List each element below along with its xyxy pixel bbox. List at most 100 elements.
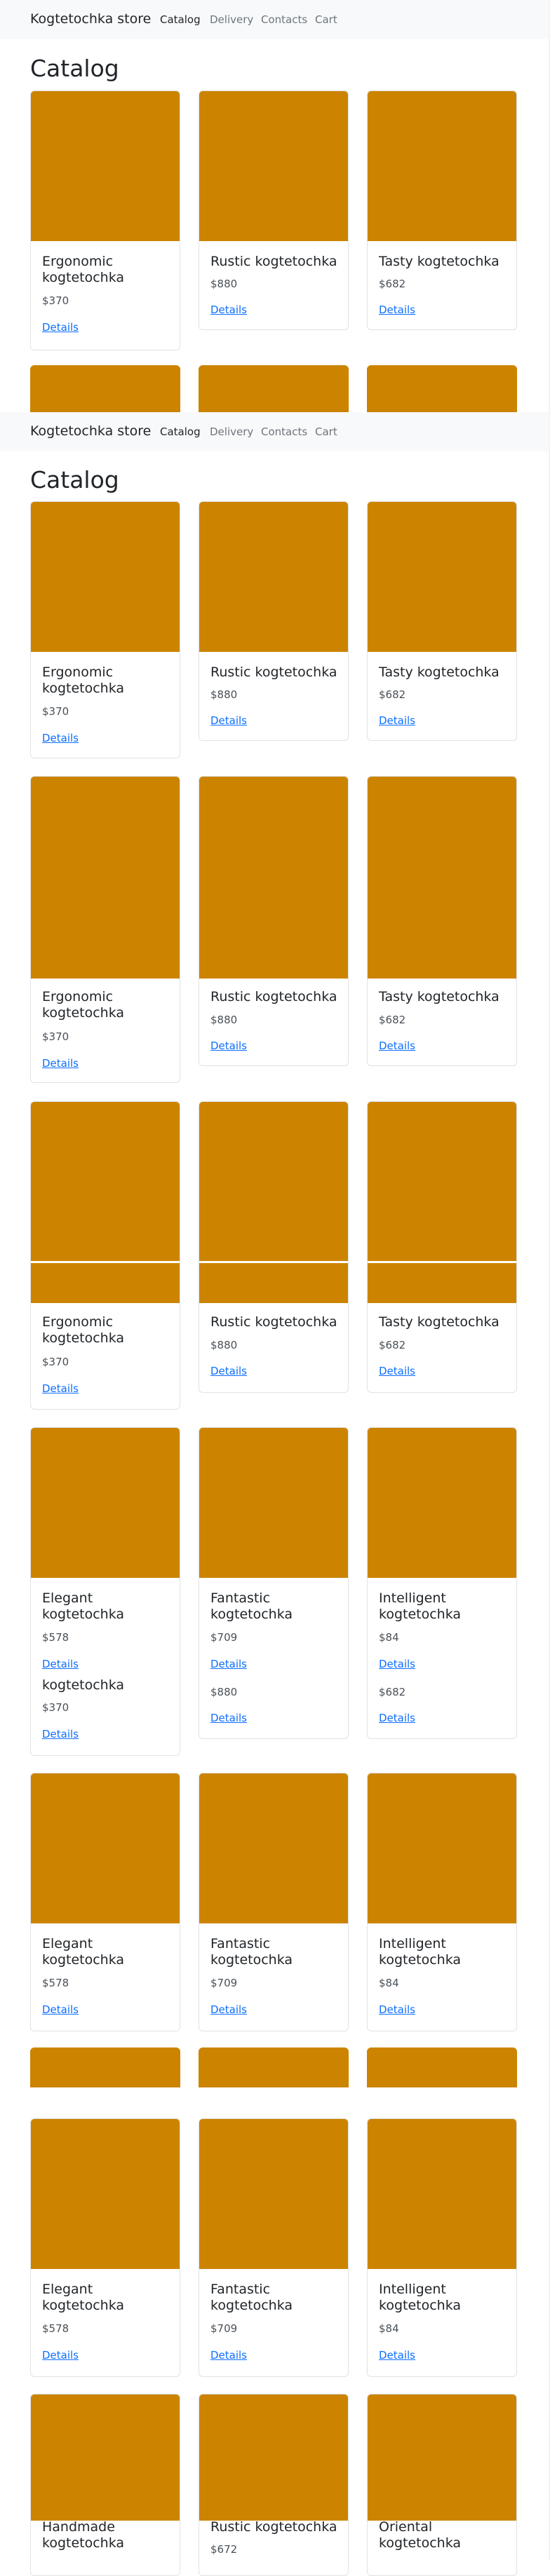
details-link[interactable]: Details [379, 1658, 415, 1670]
brand-link[interactable]: Kogtetochka store [30, 11, 151, 27]
nav-cart[interactable]: Cart [315, 425, 337, 438]
product-card: Rustic kogtetochka $672 [199, 2394, 349, 2576]
product-image[interactable] [368, 2394, 516, 2521]
product-image[interactable] [31, 1102, 180, 1303]
nav-contacts[interactable]: Contacts [261, 13, 307, 26]
product-price: $578 [42, 1631, 69, 1644]
details-link[interactable]: Details [379, 2003, 415, 2016]
product-image[interactable] [199, 1428, 348, 1578]
product-price: $84 [379, 1977, 399, 1989]
product-card: Tasty kogtetochka $682 Details [367, 90, 517, 330]
product-image[interactable] [31, 91, 180, 241]
nav-delivery[interactable]: Delivery [210, 425, 253, 438]
product-price: $370 [42, 1356, 69, 1368]
product-title: Fantastic kogtetochka [210, 2282, 293, 2313]
product-image[interactable] [31, 502, 180, 652]
product-price: $880 [210, 1339, 238, 1351]
details-link[interactable]: Details [42, 321, 79, 334]
product-price: $709 [210, 2322, 238, 2335]
product-title: Intelligent kogtetochka [379, 1936, 462, 1968]
nav-cart[interactable]: Cart [315, 13, 337, 26]
product-image[interactable] [30, 365, 180, 418]
details-link[interactable]: Details [210, 1712, 247, 1724]
product-image[interactable] [368, 91, 516, 241]
product-card: Rustic kogtetochka $880 Details [199, 501, 349, 741]
product-image[interactable] [31, 1428, 180, 1578]
details-link[interactable]: Details [210, 714, 247, 727]
image-seam [31, 1261, 180, 1263]
product-image[interactable] [199, 2119, 348, 2269]
product-image[interactable] [199, 777, 348, 979]
details-link[interactable]: Details [210, 1658, 247, 1670]
product-image[interactable] [368, 502, 516, 652]
product-price: $682 [379, 1686, 406, 1698]
product-price: $370 [42, 1030, 69, 1043]
page-title: Catalog [30, 55, 119, 82]
product-title: kogtetochka [42, 1677, 125, 1693]
details-link[interactable]: Details [210, 2003, 247, 2016]
product-title: Fantastic kogtetochka [210, 1590, 293, 1622]
product-title: Tasty kogtetochka [379, 254, 499, 269]
product-price: $709 [210, 1977, 238, 1989]
product-image[interactable] [368, 2119, 516, 2269]
product-image[interactable] [199, 1102, 348, 1303]
details-link[interactable]: Details [379, 1365, 415, 1377]
details-link[interactable]: Details [379, 304, 415, 316]
product-title: Rustic kogtetochka [210, 989, 337, 1004]
details-link[interactable]: Details [379, 1040, 415, 1052]
details-link[interactable]: Details [42, 1728, 79, 1740]
nav-delivery[interactable]: Delivery [210, 13, 253, 26]
details-link[interactable]: Details [42, 2003, 79, 2016]
details-link[interactable]: Details [42, 1057, 79, 1070]
brand-link[interactable]: Kogtetochka store [30, 423, 151, 439]
product-price: $682 [379, 688, 406, 701]
product-image[interactable] [31, 777, 180, 979]
details-link[interactable]: Details [42, 2349, 79, 2362]
product-image[interactable] [30, 2047, 180, 2087]
product-title: Oriental kogtetochka [379, 2519, 462, 2551]
product-title: Rustic kogtetochka [210, 665, 337, 680]
product-title: Rustic kogtetochka [210, 1314, 337, 1330]
details-link[interactable]: Details [210, 304, 247, 316]
details-link[interactable]: Details [379, 714, 415, 727]
product-image[interactable] [368, 1102, 516, 1303]
product-image[interactable] [31, 2119, 180, 2269]
details-link[interactable]: Details [210, 1365, 247, 1377]
product-title: Ergonomic kogtetochka [42, 665, 125, 696]
product-title: Tasty kogtetochka [379, 989, 499, 1004]
product-title: Tasty kogtetochka [379, 1314, 499, 1330]
product-image[interactable] [199, 502, 348, 652]
product-image[interactable] [368, 1428, 516, 1578]
product-price: $370 [42, 705, 69, 718]
details-link[interactable]: Details [379, 1712, 415, 1724]
product-image[interactable] [31, 1773, 180, 1923]
navbar: Kogtetochka store Catalog Delivery Conta… [0, 412, 550, 451]
product-title: Ergonomic kogtetochka [42, 1314, 125, 1346]
details-link[interactable]: Details [42, 1658, 79, 1670]
product-price: $578 [42, 1977, 69, 1989]
nav-catalog[interactable]: Catalog [160, 425, 201, 438]
nav-contacts[interactable]: Contacts [261, 425, 307, 438]
product-image[interactable] [367, 365, 517, 418]
product-image[interactable] [199, 2047, 349, 2087]
product-image[interactable] [368, 1773, 516, 1923]
product-card: Fantastic kogtetochka $709 Details [199, 1773, 349, 2031]
product-image[interactable] [367, 2047, 517, 2087]
product-card: Handmade kogtetochka [30, 2394, 180, 2576]
details-link[interactable]: Details [42, 1382, 79, 1395]
product-card: Elegant kogtetochka $578 Details [30, 2118, 180, 2377]
product-image[interactable] [199, 91, 348, 241]
product-image[interactable] [368, 777, 516, 979]
product-image[interactable] [31, 2394, 180, 2521]
details-link[interactable]: Details [42, 732, 79, 744]
details-link[interactable]: Details [379, 2349, 415, 2362]
product-image[interactable] [199, 1773, 348, 1923]
details-link[interactable]: Details [210, 2349, 247, 2362]
product-image[interactable] [199, 2394, 348, 2521]
details-link[interactable]: Details [210, 1040, 247, 1052]
product-title: Elegant kogtetochka [42, 1590, 125, 1622]
product-price: $84 [379, 1631, 399, 1644]
nav-catalog[interactable]: Catalog [160, 13, 201, 26]
product-card: Oriental kogtetochka [367, 2394, 517, 2576]
product-image[interactable] [199, 365, 349, 418]
